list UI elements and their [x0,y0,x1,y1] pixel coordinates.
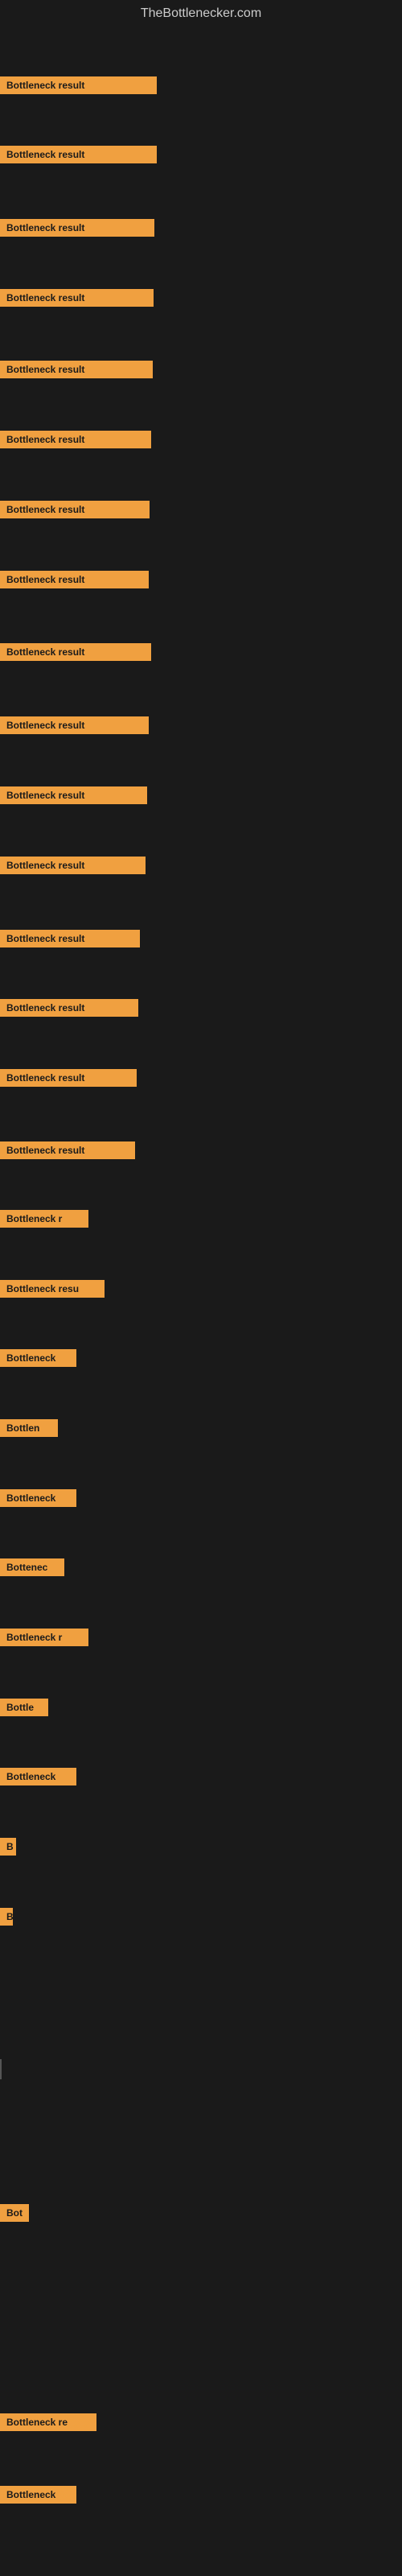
bar-item-7: Bottleneck result [0,571,149,588]
bar-label-11: Bottleneck result [0,857,146,874]
bar-label-23: Bottle [0,1699,48,1716]
bar-item-21: Bottenec [0,1558,64,1576]
bar-item-12: Bottleneck result [0,930,140,947]
chart-container: Bottleneck result Bottleneck result Bottle… [0,31,402,2566]
bar-label-28: Bot [0,2204,29,2222]
bar-label-6: Bottleneck result [0,501,150,518]
bar-label-15: Bottleneck result [0,1141,135,1159]
bar-item-14: Bottleneck result [0,1069,137,1087]
bar-label-3: Bottleneck result [0,289,154,307]
bar-label-22: Bottleneck r [0,1629,88,1646]
bar-label-30: Bottleneck [0,2486,76,2504]
bar-item-9: Bottleneck result [0,716,149,734]
bar-item-26: B [0,1908,13,1926]
bar-item-30: Bottleneck [0,2486,76,2504]
bar-item-19: Bottlen [0,1419,58,1437]
bar-item-16: Bottleneck r [0,1210,88,1228]
bar-label-8: Bottleneck result [0,643,151,661]
bar-item-2: Bottleneck result [0,219,154,237]
bar-item-1: Bottleneck result [0,146,157,163]
bar-item-4: Bottleneck result [0,361,153,378]
bar-item-28: Bot [0,2204,29,2222]
bar-label-19: Bottlen [0,1419,58,1437]
bar-item-15: Bottleneck result [0,1141,135,1159]
site-title: TheBottlenecker.com [0,0,402,31]
bar-label-20: Bottleneck [0,1489,76,1507]
bar-label-7: Bottleneck result [0,571,149,588]
bar-item-6: Bottleneck result [0,501,150,518]
bar-label-1: Bottleneck result [0,146,157,163]
bar-item-18: Bottleneck [0,1349,76,1367]
bar-item-8: Bottleneck result [0,643,151,661]
bar-label-26: B [0,1908,13,1926]
bar-label-25: B [0,1838,16,1856]
bar-label-12: Bottleneck result [0,930,140,947]
bar-item-25: B [0,1838,16,1856]
bar-label-5: Bottleneck result [0,431,151,448]
bar-item-22: Bottleneck r [0,1629,88,1646]
bar-label-2: Bottleneck result [0,219,154,237]
bar-label-29: Bottleneck re [0,2413,96,2431]
bar-label-9: Bottleneck result [0,716,149,734]
bar-label-18: Bottleneck [0,1349,76,1367]
bar-item-24: Bottleneck [0,1768,76,1785]
bar-item-13: Bottleneck result [0,999,138,1017]
bar-indicator-27 [0,2059,2,2079]
bar-label-13: Bottleneck result [0,999,138,1017]
bar-item-20: Bottleneck [0,1489,76,1507]
bar-label-0: Bottleneck result [0,76,157,94]
bar-item-29: Bottleneck re [0,2413,96,2431]
bar-label-4: Bottleneck result [0,361,153,378]
bar-item-11: Bottleneck result [0,857,146,874]
bar-label-14: Bottleneck result [0,1069,137,1087]
bar-label-10: Bottleneck result [0,786,147,804]
bar-item-17: Bottleneck resu [0,1280,105,1298]
bar-item-5: Bottleneck result [0,431,151,448]
bar-item-3: Bottleneck result [0,289,154,307]
bar-label-16: Bottleneck r [0,1210,88,1228]
bar-label-17: Bottleneck resu [0,1280,105,1298]
bar-item-0: Bottleneck result [0,76,157,94]
bar-label-24: Bottleneck [0,1768,76,1785]
bar-item-10: Bottleneck result [0,786,147,804]
bar-item-23: Bottle [0,1699,48,1716]
bar-label-21: Bottenec [0,1558,64,1576]
